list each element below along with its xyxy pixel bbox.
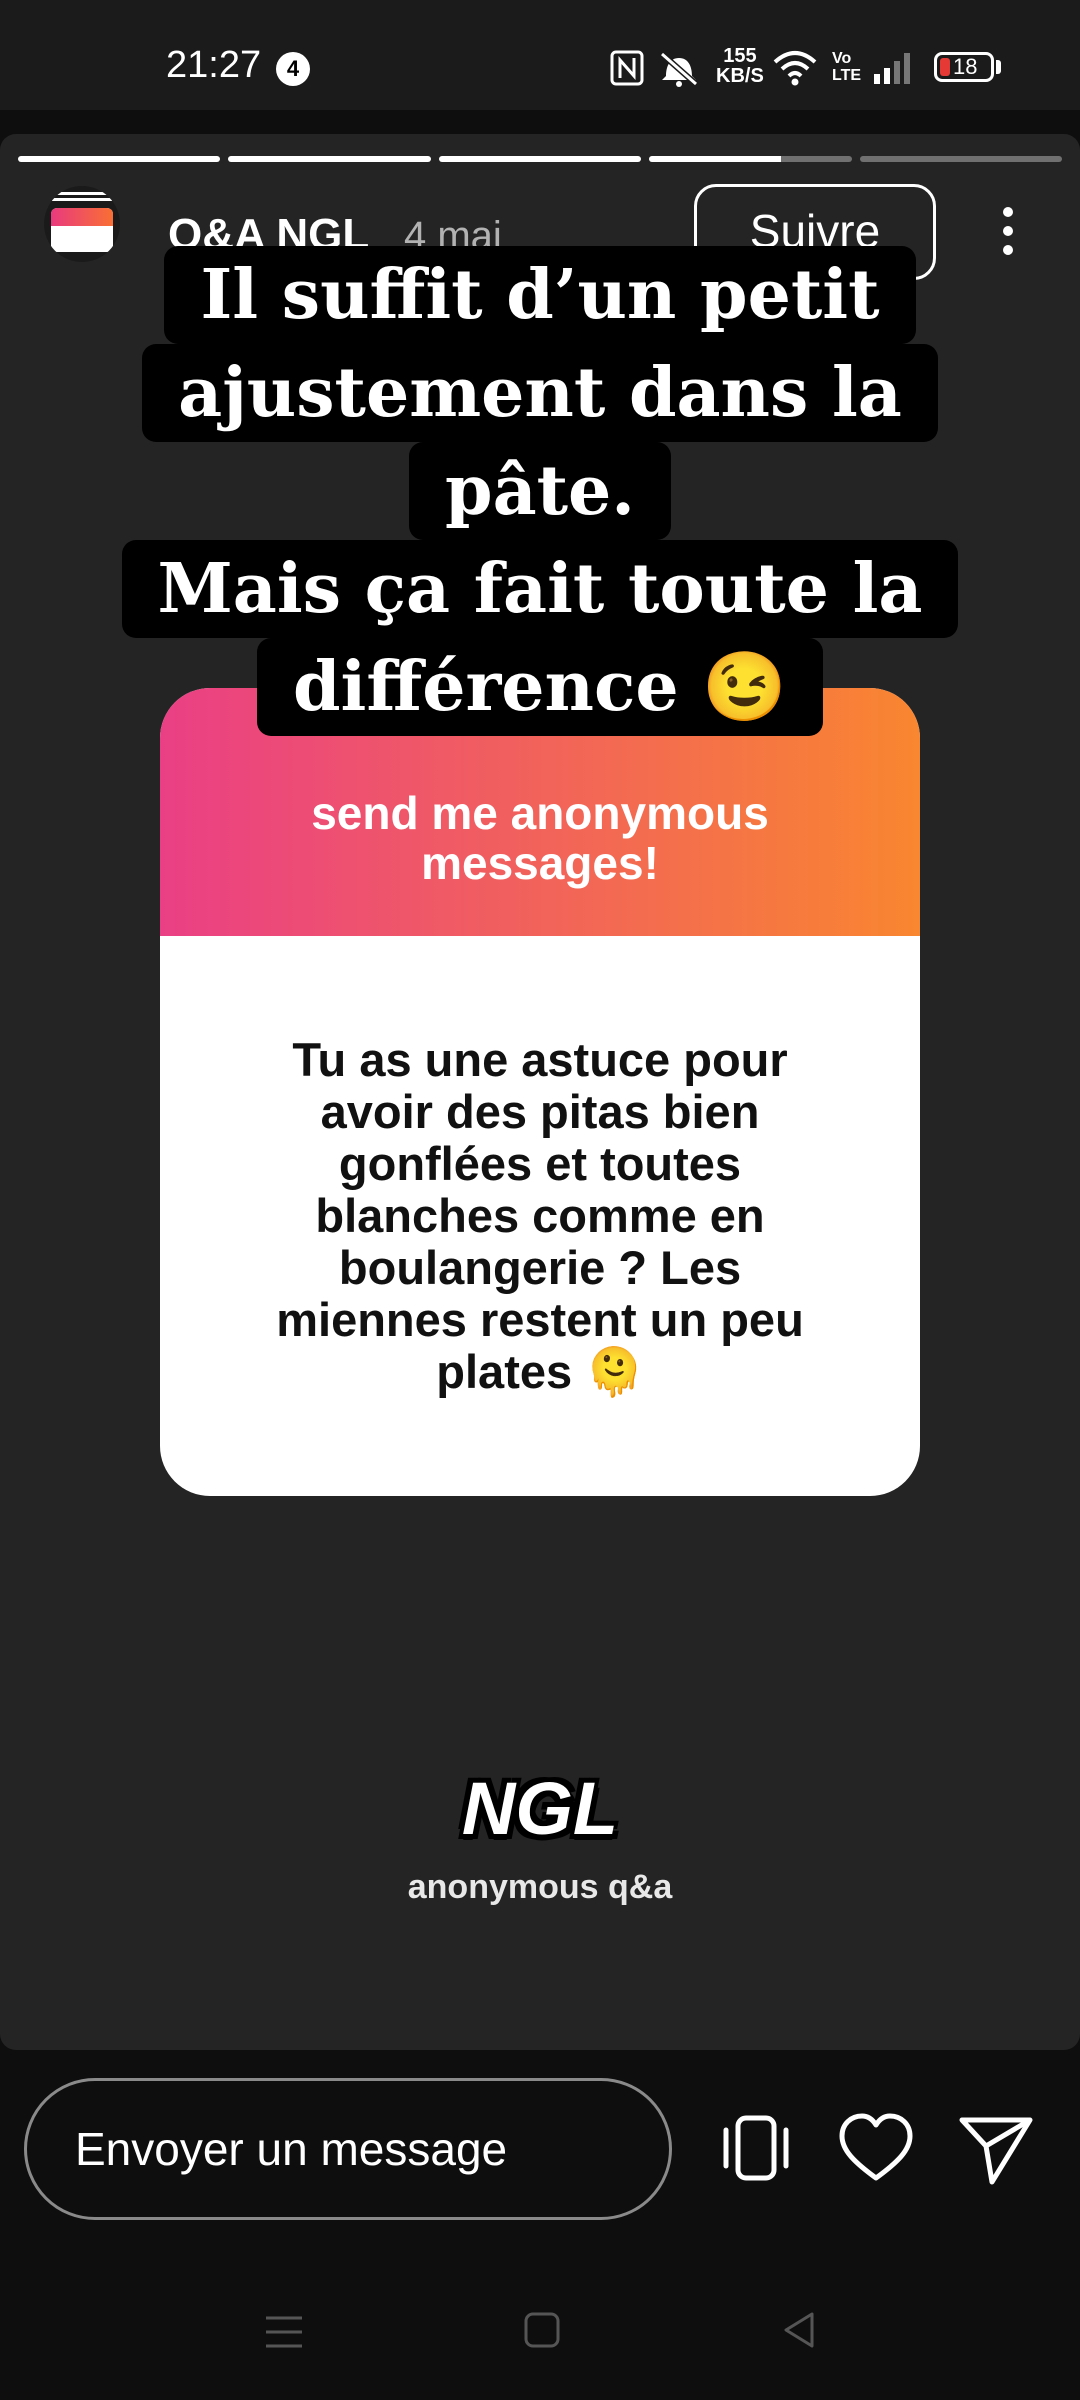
ngl-subtitle: anonymous q&a [407,1868,673,1906]
ngl-question-text: Tu as une astuce pour avoir des pitas bi… [276,1033,804,1398]
story-viewer[interactable]: Q&A NGL 4 mai Suivre send me anonymous m… [0,134,1080,2050]
progress-segment-fill [649,156,781,162]
story-caption: Il suffit d’un petit ajustement dans la … [0,246,1080,736]
send-icon[interactable] [954,2106,1038,2190]
caption-line: Il suffit d’un petit [164,246,916,344]
ngl-question-card: send me anonymous messages! Tu as une as… [160,688,920,1496]
network-speed: 155 KB/S [716,45,764,87]
home-icon[interactable] [522,2310,562,2350]
back-icon[interactable] [780,2310,820,2350]
progress-segment-fill [438,156,642,162]
caption-line: pâte. [409,442,671,540]
progress-segment [228,156,431,162]
progress-segment [18,156,221,162]
ngl-prompt: send me anonymous messages! [311,787,769,889]
progress-segment [649,156,852,162]
status-bar: 21:27 4 155 KB/S Vo LTE 18 [0,0,1080,110]
heart-icon[interactable] [834,2106,918,2190]
caption-line: différence 😉 [257,638,823,736]
message-input[interactable] [24,2078,672,2220]
phone-vibrate-icon[interactable] [714,2106,798,2190]
ngl-logo: NGL [461,1767,619,1850]
avatar-card-gradient [51,208,113,226]
caption-line: ajustement dans la [142,344,938,442]
mute-icon [660,51,698,87]
progress-segment-fill [228,156,431,162]
caption-line: Mais ça fait toute la [121,540,959,638]
avatar-text-lines [52,192,112,201]
battery-icon: 18 [934,52,994,82]
menu-icon[interactable] [262,2310,306,2354]
progress-segment [438,156,642,162]
progress-segment [859,156,1063,162]
volte-indicator: Vo LTE [832,50,862,84]
signal-icon [874,53,910,84]
wifi-icon [773,51,817,86]
battery-tip [996,60,1001,74]
notification-count-badge: 4 [276,52,310,86]
story-progress-bar [18,156,1063,162]
nfc-icon [610,50,644,86]
progress-segment-fill [18,156,221,162]
clock: 21:27 [166,44,262,86]
